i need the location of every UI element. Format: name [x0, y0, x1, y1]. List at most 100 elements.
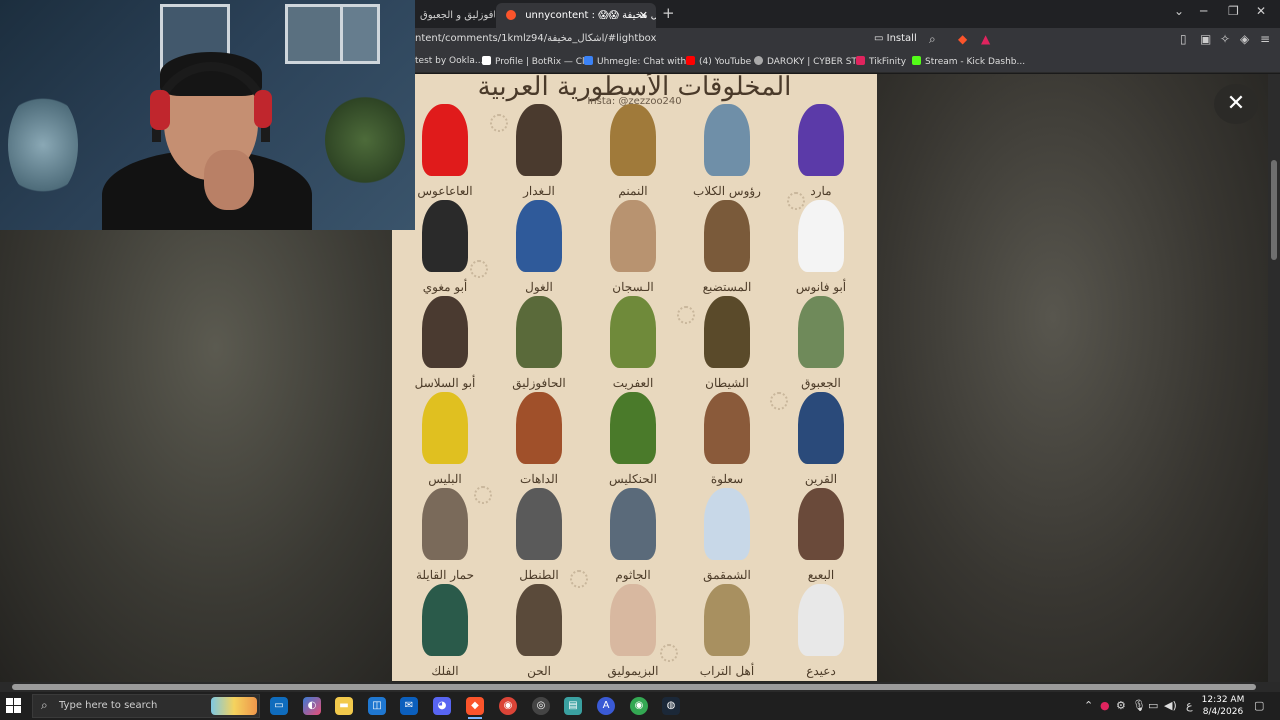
creature-name: حمار القايلة	[415, 568, 475, 582]
creature-image	[610, 584, 656, 656]
scrollbar-thumb[interactable]	[1271, 160, 1277, 260]
zoom-icon[interactable]: ⌕	[929, 32, 936, 47]
wallet-icon[interactable]: ▣	[1200, 32, 1211, 46]
creature-image	[704, 488, 750, 560]
creature-card: أبو فانوس	[774, 200, 868, 296]
creature-image	[798, 392, 844, 464]
creature-image	[704, 200, 750, 272]
creature-card: الحنكليس	[586, 392, 680, 488]
webcam-overlay	[0, 0, 415, 230]
microphone-icon[interactable]: 🎙	[1132, 699, 1146, 712]
search-placeholder: Type here to search	[59, 700, 158, 711]
app-store-icon[interactable]: A	[597, 697, 615, 715]
creature-name: الجعبوق	[801, 376, 841, 390]
notes-icon[interactable]: ▤	[564, 697, 582, 715]
creature-name: رؤوس الكلاب	[693, 184, 761, 198]
steam-icon[interactable]: ◍	[662, 697, 680, 715]
obs-icon[interactable]: ◎	[532, 697, 550, 715]
creature-name: الحافوزليق	[512, 376, 566, 390]
url-field[interactable]: ntent/comments/1kmlz94/اشكال_مخيفة/#ligh…	[415, 33, 656, 44]
tray-brave-icon[interactable]: ●	[1100, 699, 1110, 712]
close-window-icon[interactable]: ✕	[1256, 4, 1266, 18]
creature-card: البزيموليق	[586, 584, 680, 680]
creature-image	[422, 104, 468, 176]
creature-image	[798, 488, 844, 560]
creature-card: القرين	[774, 392, 868, 488]
chrome-alt-icon[interactable]: ◉	[630, 697, 648, 715]
creature-card: الجعبوق	[774, 296, 868, 392]
headset-ear-right	[254, 90, 272, 128]
vpn-icon[interactable]: ◈	[1240, 32, 1249, 46]
copilot-icon[interactable]: ◐	[303, 697, 321, 715]
bookmark-botrix[interactable]: Profile | BotRix — Cl...	[482, 56, 593, 67]
clock-time: 12:32 AM	[1201, 695, 1245, 705]
bookmark-uhmegle[interactable]: Uhmegle: Chat with...	[584, 56, 695, 67]
ornament-icon	[470, 260, 488, 278]
active-app-indicator	[468, 717, 482, 719]
creature-name: المستضبع	[702, 280, 752, 294]
tray-app-icon[interactable]: ⚙	[1116, 699, 1126, 712]
creature-name: الغول	[525, 280, 553, 294]
creature-image	[516, 584, 562, 656]
bookmark-ookla[interactable]: test by Ookla...	[415, 56, 483, 66]
creature-image	[798, 296, 844, 368]
close-lightbox-button[interactable]: ✕	[1214, 84, 1258, 124]
vertical-scrollbar[interactable]	[1268, 74, 1280, 682]
leo-ai-icon[interactable]: ✧	[1220, 32, 1230, 46]
botrix-icon	[482, 56, 491, 65]
creature-card: الشمقمق	[680, 488, 774, 584]
close-tab-icon[interactable]: ✕	[639, 3, 648, 28]
creature-name: الشيطان	[705, 376, 749, 390]
tab-inactive-label: الحافوزليق و الجعبوق	[420, 10, 495, 21]
creature-name: أبو فانوس	[795, 280, 847, 294]
discord-icon[interactable]: ◕	[433, 697, 451, 715]
menu-icon[interactable]: ≡	[1260, 32, 1270, 46]
brave-rewards-icon[interactable]: ▲	[981, 32, 990, 46]
tab-active[interactable]: unnycontent : 😱😱 اشكال مخيفة ✕	[496, 3, 656, 28]
store-icon[interactable]: ◫	[368, 697, 386, 715]
language-indicator[interactable]: ع	[1186, 699, 1193, 712]
creature-image	[798, 584, 844, 656]
brave-taskbar-icon[interactable]: ◆	[466, 697, 484, 715]
new-tab-icon[interactable]: +	[662, 4, 675, 22]
creature-name: البليس	[428, 472, 462, 486]
bookmark-youtube[interactable]: (4) YouTube	[686, 56, 751, 67]
creature-name: البعبع	[807, 568, 835, 582]
brave-shields-icon[interactable]: ◆	[958, 32, 967, 46]
bookmark-daroky[interactable]: DAROKY | CYBER ST...	[754, 56, 864, 67]
bookmark-tikfinity[interactable]: TikFinity	[856, 56, 906, 67]
horizontal-scrollbar-thumb[interactable]	[12, 684, 1256, 690]
taskbar-search[interactable]: ⌕ Type here to search	[32, 694, 260, 718]
bookmark-kick[interactable]: Stream - Kick Dashb...	[912, 56, 1025, 67]
creature-name: الحنكليس	[609, 472, 657, 486]
creature-card: أبو السلاسل	[398, 296, 492, 392]
tikfinity-icon	[856, 56, 865, 65]
tray-chevron-icon[interactable]: ⌃	[1084, 699, 1093, 712]
horizontal-scrollbar[interactable]	[0, 682, 1280, 692]
install-button[interactable]: ▭ Install	[874, 33, 917, 44]
creature-card: أهل التراب	[680, 584, 774, 680]
tab-inactive[interactable]: الحافوزليق و الجعبوق	[410, 3, 495, 28]
creature-name: النمنم	[618, 184, 648, 198]
creature-card: الحافوزليق	[492, 296, 586, 392]
chrome-icon[interactable]: ◉	[499, 697, 517, 715]
notifications-icon[interactable]: ▢	[1254, 699, 1264, 712]
volume-icon[interactable]: ◀)	[1164, 699, 1177, 712]
clock[interactable]: 12:32 AM 8/4/2026	[1200, 694, 1246, 718]
creature-image	[798, 200, 844, 272]
tab-list-icon[interactable]: ⌄	[1174, 4, 1184, 18]
taskview-icon[interactable]: ▭	[270, 697, 288, 715]
creature-card: الداهات	[492, 392, 586, 488]
minimize-icon[interactable]: ─	[1200, 4, 1207, 18]
youtube-icon	[686, 56, 695, 65]
sidebar-icon[interactable]: ▯	[1180, 32, 1187, 46]
creature-name: سعلوة	[710, 472, 744, 486]
restore-icon[interactable]: ❐	[1228, 4, 1239, 18]
creature-card: رؤوس الكلاب	[680, 104, 774, 200]
file-explorer-icon[interactable]: ▬	[335, 697, 353, 715]
creature-image	[516, 104, 562, 176]
network-icon[interactable]: ▭	[1148, 699, 1158, 712]
windows-start-icon[interactable]	[6, 698, 22, 714]
mail-icon[interactable]: ✉	[400, 697, 418, 715]
creature-card: الجاثوم	[586, 488, 680, 584]
